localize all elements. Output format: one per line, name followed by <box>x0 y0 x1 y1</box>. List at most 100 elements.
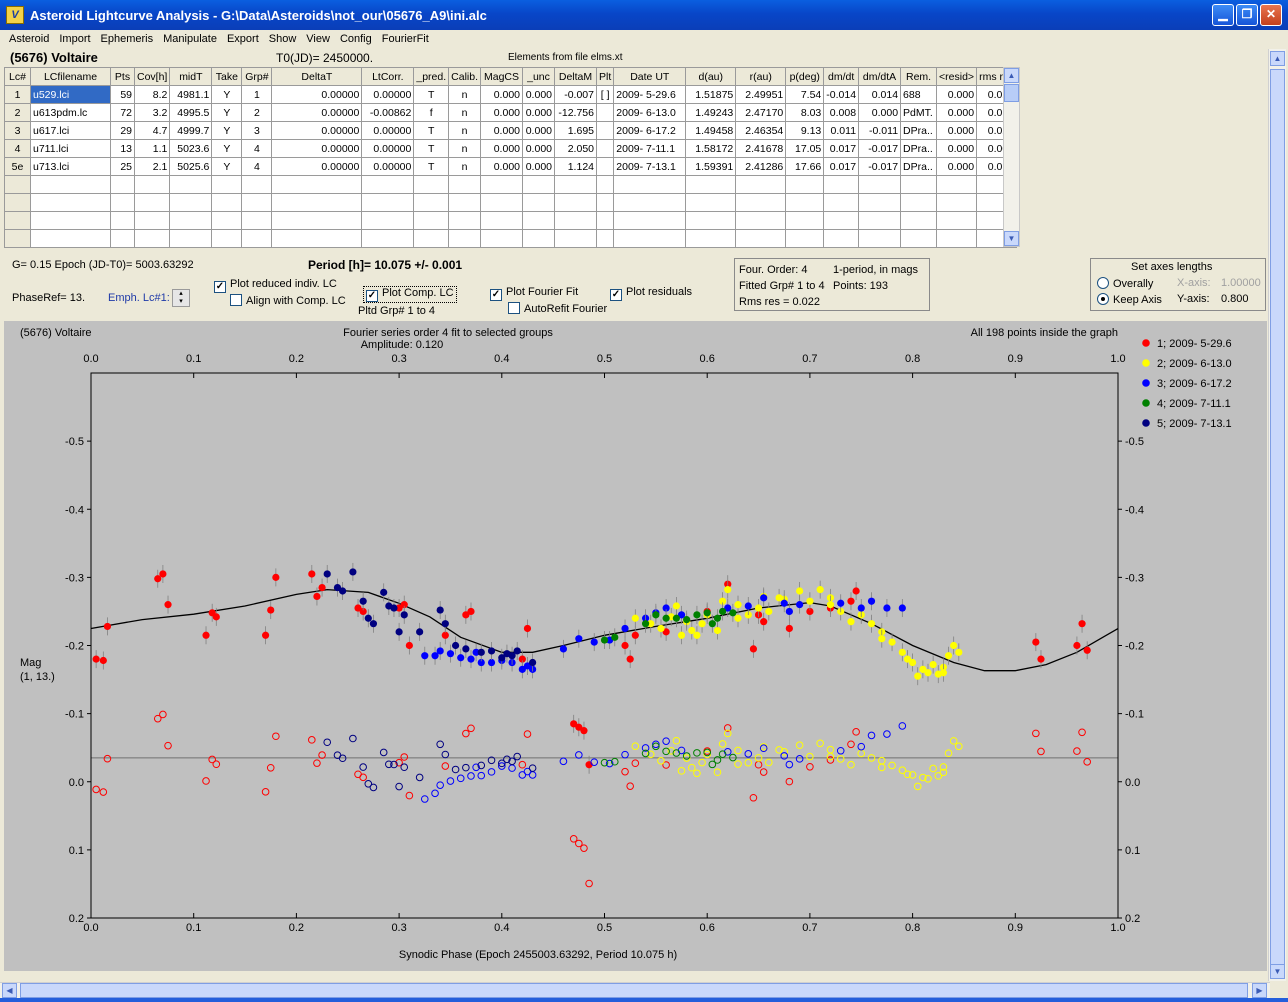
table-cell[interactable] <box>480 175 523 194</box>
table-cell[interactable] <box>554 229 597 248</box>
table-cell[interactable]: 0.00000 <box>271 103 363 122</box>
table-cell[interactable] <box>211 229 243 248</box>
table-cell[interactable]: [ ] <box>595 85 615 104</box>
table-cell[interactable] <box>448 211 481 230</box>
table-cell[interactable]: 0.00000 <box>361 121 415 140</box>
table-cell[interactable] <box>613 211 687 230</box>
menu-ephemeris[interactable]: Ephemeris <box>96 33 159 45</box>
table-cell[interactable]: n <box>448 103 481 122</box>
table-cell[interactable] <box>522 175 555 194</box>
table-cell[interactable] <box>595 229 615 248</box>
menu-view[interactable]: View <box>301 33 335 45</box>
column-header[interactable]: DeltaM <box>554 67 597 86</box>
column-header[interactable]: LCfilename <box>30 67 111 86</box>
plot-comp-checkbox[interactable]: ✓ Plot Comp. LC <box>363 286 457 303</box>
table-cell[interactable] <box>900 193 938 212</box>
table-cell[interactable] <box>413 193 450 212</box>
row-header[interactable] <box>4 229 31 248</box>
table-cell[interactable]: 0.000 <box>936 121 978 140</box>
table-cell[interactable] <box>858 229 902 248</box>
table-cell[interactable] <box>271 229 363 248</box>
keep-axis-radio[interactable]: Keep Axis <box>1097 293 1162 306</box>
column-header[interactable]: Lc# <box>4 67 31 86</box>
table-cell[interactable]: T <box>413 121 450 140</box>
table-cell[interactable]: 1.51875 <box>685 85 737 104</box>
table-cell[interactable]: -0.00862 <box>361 103 415 122</box>
table-cell[interactable] <box>30 229 111 248</box>
column-header[interactable]: MagCS <box>480 67 523 86</box>
table-cell[interactable] <box>361 193 415 212</box>
table-cell[interactable]: u529.lci <box>30 85 111 104</box>
table-cell[interactable]: 1.58172 <box>685 139 737 158</box>
table-scrollbar[interactable]: ▲ ▼ <box>1003 67 1020 247</box>
table-cell[interactable]: 4 <box>241 139 273 158</box>
menu-asteroid[interactable]: Asteroid <box>4 33 54 45</box>
table-cell[interactable] <box>936 211 978 230</box>
table-cell[interactable]: 29 <box>110 121 135 140</box>
table-cell[interactable] <box>900 211 938 230</box>
plot-fourier-checkbox[interactable]: ✓ Plot Fourier Fit <box>490 286 578 301</box>
table-cell[interactable]: 0.017 <box>823 139 860 158</box>
table-cell[interactable]: Y <box>211 85 243 104</box>
column-header[interactable]: Plt <box>595 67 615 86</box>
table-cell[interactable] <box>211 193 243 212</box>
table-cell[interactable] <box>823 193 860 212</box>
scroll-down-icon[interactable]: ▼ <box>1270 964 1285 979</box>
table-cell[interactable]: 1.124 <box>554 157 597 176</box>
table-cell[interactable] <box>110 229 135 248</box>
table-cell[interactable] <box>595 175 615 194</box>
row-header[interactable] <box>4 193 31 212</box>
table-cell[interactable]: -0.007 <box>554 85 597 104</box>
column-header[interactable]: Grp# <box>241 67 273 86</box>
table-cell[interactable] <box>554 211 597 230</box>
table-row[interactable]: 2 u613pdm.lc 72 3.2 4995.5 Y 2 0.00000 -0.00862 f… <box>4 103 1018 122</box>
table-cell[interactable]: 5023.6 <box>169 139 213 158</box>
table-cell[interactable]: 0.000 <box>480 103 523 122</box>
table-row[interactable]: 4 u711.lci 13 1.1 5023.6 Y 4 0.00000 0.00000 Tn 0.… <box>4 139 1018 158</box>
column-header[interactable]: Rem. <box>900 67 938 86</box>
y-axis-value[interactable]: 0.800 <box>1221 293 1249 305</box>
table-cell[interactable]: 2.46354 <box>735 121 787 140</box>
column-header[interactable]: dm/dtA <box>858 67 902 86</box>
table-cell[interactable]: Y <box>211 139 243 158</box>
table-cell[interactable] <box>785 175 825 194</box>
table-cell[interactable] <box>936 229 978 248</box>
table-cell[interactable]: 0.000 <box>936 85 978 104</box>
table-cell[interactable]: 1.49243 <box>685 103 737 122</box>
table-cell[interactable]: 0.000 <box>936 157 978 176</box>
table-cell[interactable]: DPra.. <box>900 121 938 140</box>
table-cell[interactable]: 0.000 <box>522 157 555 176</box>
table-cell[interactable] <box>241 229 273 248</box>
table-cell[interactable]: 0.00000 <box>271 157 363 176</box>
scroll-right-icon[interactable]: ▶ <box>1252 983 1267 998</box>
table-cell[interactable]: 5025.6 <box>169 157 213 176</box>
table-cell[interactable]: u711.lci <box>30 139 111 158</box>
table-cell[interactable]: -0.014 <box>823 85 860 104</box>
row-header[interactable]: 2 <box>4 103 31 122</box>
table-cell[interactable]: 1 <box>241 85 273 104</box>
table-cell[interactable]: T <box>413 157 450 176</box>
column-header[interactable]: Calib. <box>448 67 481 86</box>
menu-fourierfit[interactable]: FourierFit <box>377 33 434 45</box>
scroll-up-icon[interactable]: ▲ <box>1270 51 1285 66</box>
table-row[interactable]: 1 u529.lci 59 8.2 4981.1 Y 1 0.00000 0.00000 Tn 0.… <box>4 85 1018 104</box>
table-cell[interactable] <box>823 175 860 194</box>
column-header[interactable]: _pred. <box>413 67 450 86</box>
table-cell[interactable]: 0.000 <box>480 121 523 140</box>
table-row[interactable]: 5e u713.lci 25 2.1 5025.6 Y 4 0.00000 0.00000 Tn 0… <box>4 157 1018 176</box>
table-cell[interactable] <box>685 229 737 248</box>
table-cell[interactable]: 0.000 <box>522 139 555 158</box>
table-cell[interactable] <box>271 193 363 212</box>
table-cell[interactable]: Y <box>211 157 243 176</box>
table-cell[interactable]: 4995.5 <box>169 103 213 122</box>
table-cell[interactable]: 4 <box>241 157 273 176</box>
menu-show[interactable]: Show <box>264 33 302 45</box>
table-cell[interactable]: Y <box>211 121 243 140</box>
table-cell[interactable] <box>685 175 737 194</box>
table-cell[interactable]: 8.2 <box>133 85 171 104</box>
table-cell[interactable]: 0.000 <box>522 121 555 140</box>
column-header[interactable]: p(deg) <box>785 67 825 86</box>
table-cell[interactable]: 0.00000 <box>361 85 415 104</box>
table-cell[interactable] <box>858 193 902 212</box>
table-cell[interactable] <box>413 175 450 194</box>
